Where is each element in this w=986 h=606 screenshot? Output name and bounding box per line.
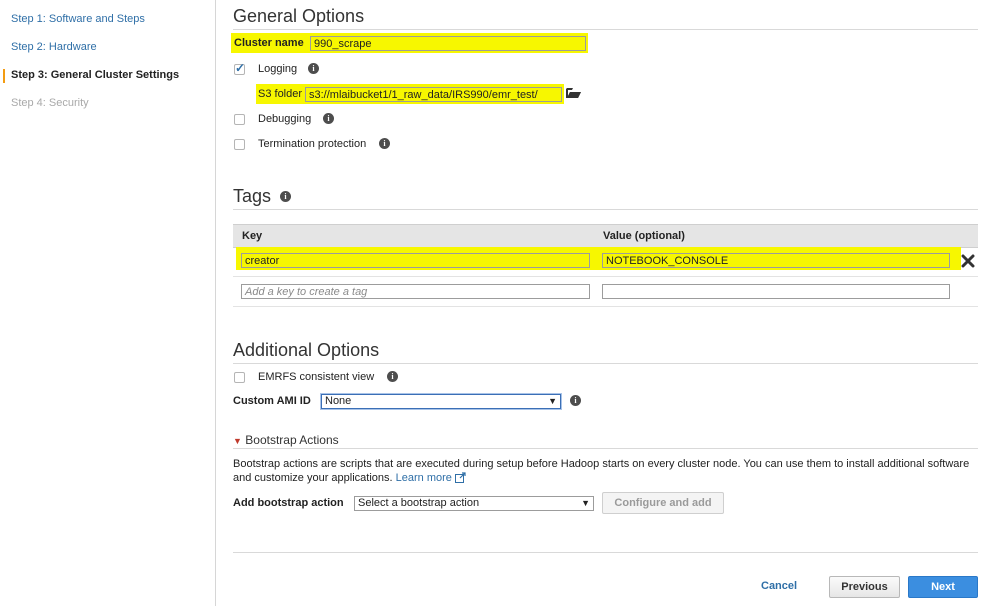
folder-open-icon[interactable] [566, 87, 581, 99]
bootstrap-action-select[interactable]: Select a bootstrap action ▼ [354, 496, 594, 511]
tags-title: Tags [233, 186, 272, 206]
s3-folder-input[interactable]: s3://mlaibucket1/1_raw_data/IRS990/emr_t… [305, 87, 562, 102]
tags-table-header: Key Value (optional) [233, 224, 978, 248]
emrfs-consistent-view-label: EMRFS consistent view [258, 371, 375, 383]
info-icon[interactable]: i [570, 395, 581, 406]
additional-options-rule [233, 363, 978, 364]
learn-more-link[interactable]: Learn more [396, 472, 452, 484]
sidebar-divider [215, 0, 216, 606]
new-tag-value-input[interactable] [602, 284, 950, 299]
general-options-rule [233, 29, 978, 30]
info-icon[interactable]: i [323, 113, 334, 124]
step-security: Step 4: Security [11, 97, 89, 109]
checkmark-icon: ✓ [235, 61, 246, 75]
tags-col-value: Value (optional) [603, 230, 685, 242]
bootstrap-description: Bootstrap actions are scripts that are e… [233, 457, 973, 487]
next-button[interactable]: Next [908, 576, 978, 598]
tag-value-input[interactable]: NOTEBOOK_CONSOLE [602, 253, 950, 268]
bootstrap-actions-toggle[interactable]: ▼ Bootstrap Actions [233, 433, 339, 447]
info-icon[interactable]: i [308, 63, 319, 74]
cluster-name-label: Cluster name [234, 37, 304, 49]
tags-row-divider [233, 276, 978, 277]
debugging-checkbox[interactable] [234, 114, 245, 125]
cancel-link[interactable]: Cancel [761, 580, 797, 592]
dropdown-arrow-icon: ▼ [548, 396, 557, 406]
custom-ami-value: None [325, 395, 352, 407]
tags-row-divider [233, 306, 978, 307]
custom-ami-label: Custom AMI ID [233, 395, 311, 407]
info-icon[interactable]: i [387, 371, 398, 382]
tags-col-key: Key [242, 230, 263, 242]
emrfs-consistent-view-checkbox[interactable] [234, 372, 245, 383]
tags-rule [233, 209, 978, 210]
s3-folder-label: S3 folder [258, 88, 303, 100]
termination-protection-checkbox[interactable] [234, 139, 245, 150]
remove-tag-icon[interactable] [961, 254, 975, 268]
additional-options-title: Additional Options [233, 340, 380, 360]
info-icon[interactable]: i [379, 138, 390, 149]
general-options-title: General Options [233, 6, 365, 26]
current-step-marker [3, 69, 5, 83]
caret-down-icon: ▼ [233, 436, 242, 446]
new-tag-key-input[interactable]: Add a key to create a tag [241, 284, 590, 299]
debugging-label: Debugging [258, 113, 312, 125]
bootstrap-action-value: Select a bootstrap action [358, 497, 480, 509]
bootstrap-actions-title: Bootstrap Actions [245, 433, 339, 447]
tag-key-input[interactable]: creator [241, 253, 590, 268]
info-icon[interactable]: i [280, 191, 291, 202]
step-software-and-steps[interactable]: Step 1: Software and Steps [11, 13, 145, 25]
cluster-name-input[interactable]: 990_scrape [310, 36, 586, 51]
dropdown-arrow-icon: ▼ [581, 498, 590, 508]
termination-protection-label: Termination protection [258, 138, 367, 150]
add-bootstrap-label: Add bootstrap action [233, 497, 344, 509]
logging-label: Logging [258, 63, 298, 75]
external-link-icon[interactable] [454, 472, 466, 487]
wizard-sidebar: Step 1: Software and Steps Step 2: Hardw… [0, 0, 216, 606]
logging-checkbox[interactable]: ✓ [234, 61, 246, 75]
step-hardware[interactable]: Step 2: Hardware [11, 41, 97, 53]
configure-and-add-button[interactable]: Configure and add [602, 492, 724, 514]
bootstrap-description-text: Bootstrap actions are scripts that are e… [233, 458, 970, 484]
previous-button[interactable]: Previous [829, 576, 900, 598]
footer-rule [233, 552, 978, 553]
custom-ami-select[interactable]: None ▼ [321, 394, 561, 409]
step-general-cluster-settings: Step 3: General Cluster Settings [11, 69, 180, 81]
bootstrap-rule [233, 448, 978, 449]
